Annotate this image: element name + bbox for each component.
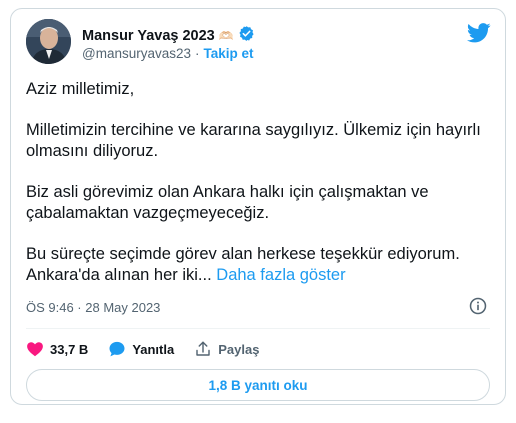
heart-icon bbox=[26, 340, 44, 358]
username-handle[interactable]: @mansuryavas23 bbox=[82, 46, 191, 61]
upload-share-icon bbox=[194, 340, 212, 358]
share-button[interactable]: Paylaş bbox=[194, 340, 259, 358]
read-replies-button[interactable]: 1,8 B yanıtı oku bbox=[26, 369, 490, 401]
speech-bubble-icon bbox=[108, 340, 126, 358]
avatar[interactable] bbox=[26, 19, 71, 64]
show-more-link[interactable]: Daha fazla göster bbox=[216, 266, 345, 284]
tweet-card: Mansur Yavaş 2023 🫶🏻 @mansuryavas23 · Ta… bbox=[10, 8, 506, 405]
info-icon[interactable] bbox=[469, 297, 487, 320]
follow-link[interactable]: Takip et bbox=[204, 46, 254, 61]
tweet-text: Aziz milletimiz, Milletimizin tercihine … bbox=[26, 79, 496, 306]
tweet-paragraph: Aziz milletimiz, bbox=[26, 80, 135, 98]
twitter-bird-icon[interactable] bbox=[466, 23, 491, 48]
tweet-paragraph-last: Bu süreçte seçimde görev alan herkese te… bbox=[26, 244, 496, 286]
avatar-image bbox=[26, 19, 71, 64]
like-button[interactable]: 33,7 B bbox=[26, 340, 88, 358]
tweet-paragraph: Biz asli görevimiz olan Ankara halkı içi… bbox=[26, 183, 429, 222]
divider bbox=[26, 328, 490, 329]
verified-badge-icon bbox=[238, 25, 255, 47]
tweet-paragraph: Milletimizin tercihine ve kararına saygı… bbox=[26, 121, 481, 160]
reply-button[interactable]: Yanıtla bbox=[108, 340, 174, 358]
timestamp[interactable]: ÖS 9:46 · 28 May 2023 bbox=[26, 300, 160, 315]
reply-label: Yanıtla bbox=[132, 341, 175, 357]
author-name-row: Mansur Yavaş 2023 🫶🏻 bbox=[82, 25, 255, 47]
action-bar: 33,7 B Yanıtla Paylaş bbox=[26, 337, 279, 361]
heart-hands-emoji: 🫶🏻 bbox=[218, 29, 234, 43]
display-name[interactable]: Mansur Yavaş 2023 bbox=[82, 28, 215, 44]
handle-row: @mansuryavas23 · Takip et bbox=[82, 46, 254, 61]
share-label: Paylaş bbox=[218, 341, 260, 357]
like-count: 33,7 B bbox=[50, 341, 89, 357]
separator-dot: · bbox=[195, 46, 200, 61]
